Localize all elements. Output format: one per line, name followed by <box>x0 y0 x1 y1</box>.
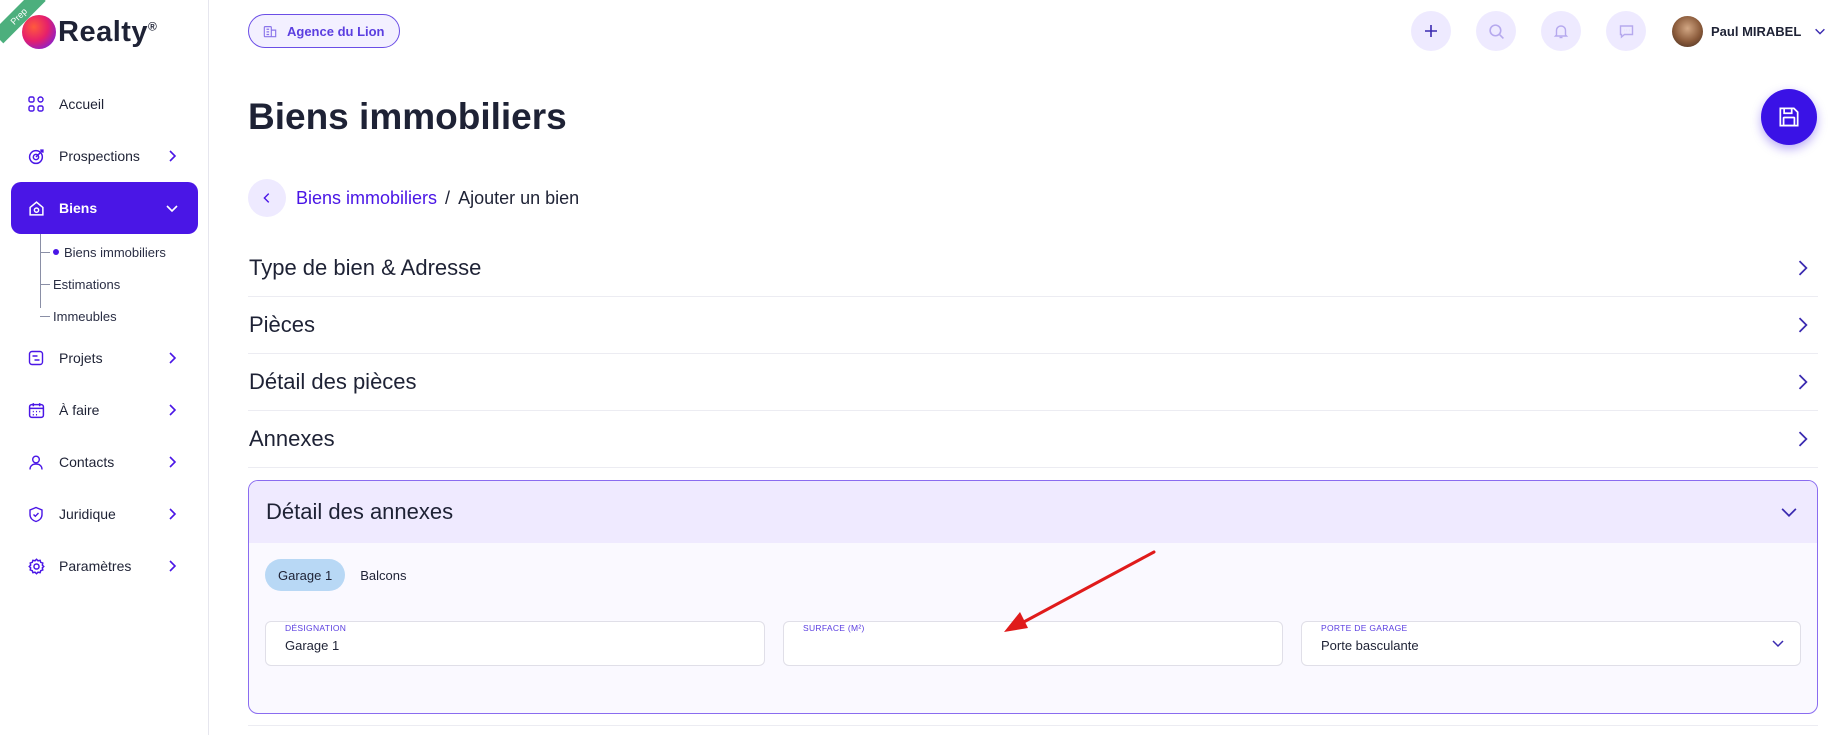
kanban-icon <box>27 349 45 367</box>
calendar-icon <box>27 401 45 419</box>
sidebar-item-projets[interactable]: Projets <box>11 332 198 384</box>
submenu-item-estimations[interactable]: Estimations <box>29 268 198 300</box>
sidebar-item-label: Contacts <box>59 454 115 470</box>
sidebar-item-label: Paramètres <box>59 558 132 574</box>
biens-submenu: Biens immobiliers Estimations Immeubles <box>29 234 198 332</box>
chevron-right-icon <box>164 506 180 522</box>
agency-name: Agence du Lion <box>287 23 385 39</box>
sidebar-item-biens[interactable]: Biens <box>11 182 198 234</box>
sidebar-item-label: Accueil <box>59 96 105 112</box>
section-title: Annexes <box>249 426 335 451</box>
section-title: Type de bien & Adresse <box>249 255 482 280</box>
grid-icon <box>27 95 45 113</box>
breadcrumb: Biens immobiliers / Ajouter un bien <box>248 179 579 217</box>
user-name: Paul MIRABEL <box>1711 23 1802 39</box>
home-icon <box>27 199 45 217</box>
chevron-right-icon <box>164 454 180 470</box>
add-button[interactable] <box>1411 11 1451 51</box>
divider <box>248 725 1818 726</box>
submenu-item-label: Estimations <box>53 276 121 292</box>
chevron-right-icon <box>164 402 180 418</box>
garage-door-select[interactable]: PORTE DE GARAGE Porte basculante <box>1301 621 1801 666</box>
submenu-item-label: Immeubles <box>53 308 117 324</box>
page-title: Biens immobiliers <box>248 96 567 137</box>
bell-icon <box>1553 24 1569 38</box>
section-annexes[interactable]: Annexes <box>248 411 1818 468</box>
sidebar-item-prospections[interactable]: Prospections <box>11 130 198 182</box>
annex-tabs: Garage 1 Balcons <box>265 559 421 591</box>
back-button[interactable] <box>248 179 286 217</box>
sidebar-item-juridique[interactable]: Juridique <box>11 488 198 540</box>
panel-detail-annexes: Détail des annexes Garage 1 Balcons DÉSI… <box>248 480 1818 714</box>
section-type-adresse[interactable]: Type de bien & Adresse <box>248 240 1818 297</box>
user-menu[interactable]: Paul MIRABEL <box>1672 14 1827 48</box>
form-sections: Type de bien & Adresse Pièces Détail des… <box>248 240 1818 468</box>
sidebar-item-parametres[interactable]: Paramètres <box>11 540 198 592</box>
shield-icon <box>27 505 45 523</box>
chat-icon <box>1619 25 1633 39</box>
main-nav: Accueil Prospections Biens Biens immobil… <box>11 78 198 592</box>
breadcrumb-current: Ajouter un bien <box>458 187 580 208</box>
agency-selector[interactable]: Agence du Lion <box>248 14 400 48</box>
save-button[interactable] <box>1761 89 1817 145</box>
target-icon <box>27 147 45 165</box>
field-label: DÉSIGNATION <box>285 623 347 633</box>
chevron-down-icon <box>164 200 180 216</box>
sidebar-item-label: À faire <box>59 402 100 418</box>
logo-mark-icon <box>22 15 56 49</box>
section-pieces[interactable]: Pièces <box>248 297 1818 354</box>
field-label: SURFACE (M²) <box>803 623 865 633</box>
chevron-right-icon <box>164 558 180 574</box>
section-title: Pièces <box>249 312 316 337</box>
sidebar-item-label: Biens <box>59 200 98 216</box>
submenu-item-label: Biens immobiliers <box>64 244 166 260</box>
user-icon <box>27 453 45 471</box>
field-value: Garage 1 <box>285 638 340 653</box>
sidebar-item-label: Prospections <box>59 148 140 164</box>
surface-field[interactable]: SURFACE (M²) <box>783 621 1283 666</box>
breadcrumb-link[interactable]: Biens immobiliers <box>296 188 437 209</box>
chevron-down-icon <box>1781 508 1797 517</box>
search-button[interactable] <box>1476 11 1516 51</box>
messages-button[interactable] <box>1606 11 1646 51</box>
save-icon <box>1779 107 1799 127</box>
submenu-item-biens-immobiliers[interactable]: Biens immobiliers <box>29 236 198 268</box>
sidebar-item-a-faire[interactable]: À faire <box>11 384 198 436</box>
chevron-right-icon <box>1798 431 1808 447</box>
sidebar-item-label: Projets <box>59 350 103 366</box>
building-icon <box>263 26 277 38</box>
chevron-right-icon <box>164 148 180 164</box>
panel-header[interactable]: Détail des annexes <box>249 481 1817 543</box>
avatar <box>1672 15 1703 47</box>
chevron-left-icon <box>263 193 270 203</box>
notifications-button[interactable] <box>1541 11 1581 51</box>
chevron-right-icon <box>164 350 180 366</box>
field-value: Porte basculante <box>1321 638 1419 653</box>
tab-balcons[interactable]: Balcons <box>347 559 419 591</box>
panel-title: Détail des annexes <box>266 499 454 524</box>
chevron-right-icon <box>1798 317 1808 333</box>
gear-icon <box>27 557 45 575</box>
logo-text: Realty® <box>58 15 158 48</box>
field-label: PORTE DE GARAGE <box>1321 623 1408 633</box>
app-logo[interactable]: Realty® <box>22 12 157 52</box>
chevron-down-icon <box>1815 28 1826 35</box>
tab-garage-1[interactable]: Garage 1 <box>265 559 346 591</box>
active-dot-icon <box>53 249 59 255</box>
sidebar: Prep Realty® Accueil Prospections Biens <box>0 0 209 735</box>
search-icon <box>1488 23 1504 39</box>
submenu-item-immeubles[interactable]: Immeubles <box>29 300 198 332</box>
section-detail-pieces[interactable]: Détail des pièces <box>248 354 1818 411</box>
section-title: Détail des pièces <box>249 369 417 394</box>
breadcrumb-separator: / <box>445 187 451 208</box>
sidebar-item-contacts[interactable]: Contacts <box>11 436 198 488</box>
chevron-right-icon <box>1798 260 1808 276</box>
chevron-down-icon <box>1772 640 1784 648</box>
sidebar-item-label: Juridique <box>59 506 116 522</box>
designation-field[interactable]: DÉSIGNATION Garage 1 <box>265 621 765 666</box>
plus-icon <box>1425 25 1437 37</box>
chevron-right-icon <box>1798 374 1808 390</box>
sidebar-item-accueil[interactable]: Accueil <box>11 78 198 130</box>
